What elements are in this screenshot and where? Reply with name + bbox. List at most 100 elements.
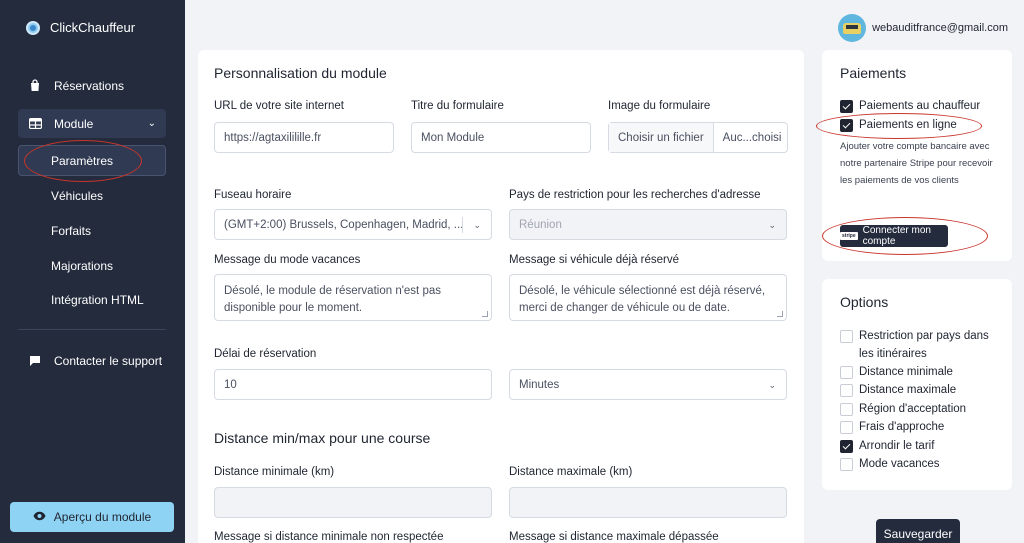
checkbox-min-distance[interactable]: Distance minimale: [840, 364, 953, 382]
preview-module-label: Aperçu du module: [53, 510, 152, 524]
url-value: https://agtaxililille.fr: [224, 131, 322, 144]
delay-input[interactable]: 10: [214, 369, 492, 400]
vacation-message-value: Désolé, le module de réservation n'est p…: [224, 285, 441, 314]
checkbox-label: Paiements en ligne: [859, 119, 957, 131]
user-menu[interactable]: webauditfrance@gmail.com: [838, 14, 1008, 42]
chevron-down-icon[interactable]: ⌄: [148, 118, 156, 129]
stripe-description: Ajouter votre compte bancaire avec notre…: [840, 141, 993, 186]
checkbox-acceptance-region[interactable]: Région d'acceptation: [840, 401, 966, 419]
checkbox[interactable]: [840, 119, 853, 132]
min-distance-message-label: Message si distance minimale non respect…: [214, 531, 444, 543]
shopping-bag-icon: [28, 79, 42, 93]
timezone-select[interactable]: (GMT+2:00) Brussels, Copenhagen, Madrid,…: [214, 209, 492, 240]
checkbox-vacation-mode[interactable]: Mode vacances: [840, 456, 940, 474]
delay-unit-select[interactable]: Minutes ⌄: [509, 369, 787, 400]
form-title-label: Titre du formulaire: [411, 100, 504, 112]
country-value: Réunion: [519, 218, 562, 231]
payments-title: Paiements: [840, 65, 907, 81]
checkbox-max-distance[interactable]: Distance maximale: [840, 382, 956, 400]
max-distance-label: Distance maximale (km): [509, 466, 633, 478]
resize-handle[interactable]: [482, 311, 488, 317]
min-distance-input[interactable]: [214, 487, 492, 518]
reserved-message-textarea[interactable]: Désolé, le véhicule sélectionné est déjà…: [509, 274, 787, 321]
sidebar-item-support[interactable]: Contacter le support: [18, 346, 166, 375]
brand-name: ClickChauffeur: [50, 20, 136, 35]
stripe-logo: stripe: [840, 232, 858, 240]
checkbox-label: Arrondir le tarif: [859, 440, 935, 452]
delay-value: 10: [224, 378, 237, 391]
vacation-message-textarea[interactable]: Désolé, le module de réservation n'est p…: [214, 274, 492, 321]
checkbox[interactable]: [840, 403, 853, 416]
country-label: Pays de restriction pour les recherches …: [509, 189, 761, 201]
sidebar-subitem-parametres[interactable]: Paramètres: [18, 145, 166, 176]
sidebar-item-module[interactable]: Module ⌄: [18, 109, 166, 138]
checkbox[interactable]: [840, 100, 853, 113]
image-file-input[interactable]: Choisir un fichier Auc...choisi: [608, 122, 788, 153]
connect-account-label: Connecter mon compte: [862, 225, 931, 247]
sidebar-item-label: Module: [54, 116, 94, 131]
form-title-input[interactable]: Mon Module: [411, 122, 591, 153]
eye-icon: [33, 510, 46, 524]
min-distance-label: Distance minimale (km): [214, 466, 335, 478]
user-email: webauditfrance@gmail.com: [872, 22, 1008, 34]
checkbox[interactable]: [840, 366, 853, 379]
checkbox-country-restriction[interactable]: Restriction par pays dans les itinéraire…: [840, 328, 1000, 363]
url-input[interactable]: https://agtaxililille.fr: [214, 122, 394, 153]
checkbox-round-fare[interactable]: Arrondir le tarif: [840, 438, 934, 456]
reserved-message-value: Désolé, le véhicule sélectionné est déjà…: [519, 285, 766, 314]
checkbox-label: Mode vacances: [859, 458, 940, 470]
checkbox[interactable]: [840, 440, 853, 453]
checkbox-label: Frais d'approche: [859, 421, 945, 433]
module-settings-card: Personnalisation du module URL de votre …: [198, 50, 804, 543]
page-title: Personnalisation du module: [214, 65, 387, 81]
checkbox-label: Paiements au chauffeur: [859, 100, 981, 112]
sidebar-subitem-vehicules[interactable]: Véhicules: [51, 189, 103, 203]
checkbox-pay-driver[interactable]: Paiements au chauffeur: [840, 98, 980, 116]
checkbox-approach-fee[interactable]: Frais d'approche: [840, 419, 944, 437]
checkbox[interactable]: [840, 384, 853, 397]
form-title-value: Mon Module: [421, 131, 485, 144]
avatar: [838, 14, 867, 42]
delay-label: Délai de réservation: [214, 348, 317, 360]
sidebar-item-label: Réservations: [54, 78, 125, 93]
preview-module-button[interactable]: Aperçu du module: [10, 502, 174, 532]
sidebar-subitem-majorations[interactable]: Majorations: [51, 259, 113, 273]
checkbox-label: Distance maximale: [859, 384, 957, 396]
checkbox-label: Restriction par pays dans les itinéraire…: [859, 330, 989, 360]
options-title: Options: [840, 294, 889, 310]
checkbox[interactable]: [840, 330, 853, 343]
max-distance-message-label: Message si distance maximale dépassée: [509, 531, 719, 543]
checkbox-label: Région d'acceptation: [859, 403, 967, 415]
connect-account-button[interactable]: stripe Connecter mon compte: [840, 225, 948, 247]
delay-unit-value: Minutes: [519, 378, 560, 391]
url-label: URL de votre site internet: [214, 100, 344, 112]
options-card: Options Restriction par pays dans les it…: [822, 279, 1012, 490]
chat-bubble-icon: [28, 354, 42, 368]
payments-card: Paiements Paiements au chauffeur Paiemen…: [822, 50, 1012, 261]
save-button[interactable]: Sauvegarder: [876, 519, 960, 543]
sidebar-subitem-integration-html[interactable]: Intégration HTML: [51, 293, 144, 307]
resize-handle[interactable]: [777, 311, 783, 317]
sidebar-item-label: Contacter le support: [54, 353, 163, 368]
chevron-down-icon: ⌄: [473, 220, 481, 230]
select-separator: [462, 217, 463, 233]
sidebar-subitem-forfaits[interactable]: Forfaits: [51, 224, 91, 238]
sidebar: ClickChauffeur Réservations Module ⌄ Par…: [0, 0, 185, 543]
checkbox-label: Distance minimale: [859, 366, 953, 378]
timezone-value: (GMT+2:00) Brussels, Copenhagen, Madrid,…: [224, 218, 464, 231]
chevron-down-icon: ⌄: [768, 220, 776, 230]
chevron-down-icon: ⌄: [768, 380, 776, 390]
country-select[interactable]: Réunion ⌄: [509, 209, 787, 240]
brand[interactable]: ClickChauffeur: [26, 20, 135, 35]
choose-file-button[interactable]: Choisir un fichier: [609, 123, 714, 152]
sidebar-item-reservations[interactable]: Réservations: [18, 71, 166, 100]
checkbox[interactable]: [840, 421, 853, 434]
sidebar-subitem-label: Paramètres: [51, 153, 114, 168]
timezone-label: Fuseau horaire: [214, 189, 292, 201]
checkbox-pay-online[interactable]: Paiements en ligne: [840, 117, 957, 135]
max-distance-input[interactable]: [509, 487, 787, 518]
distance-section-title: Distance min/max pour une course: [214, 430, 431, 446]
checkbox[interactable]: [840, 458, 853, 471]
vacation-message-label: Message du mode vacances: [214, 254, 361, 266]
image-label: Image du formulaire: [608, 100, 711, 112]
